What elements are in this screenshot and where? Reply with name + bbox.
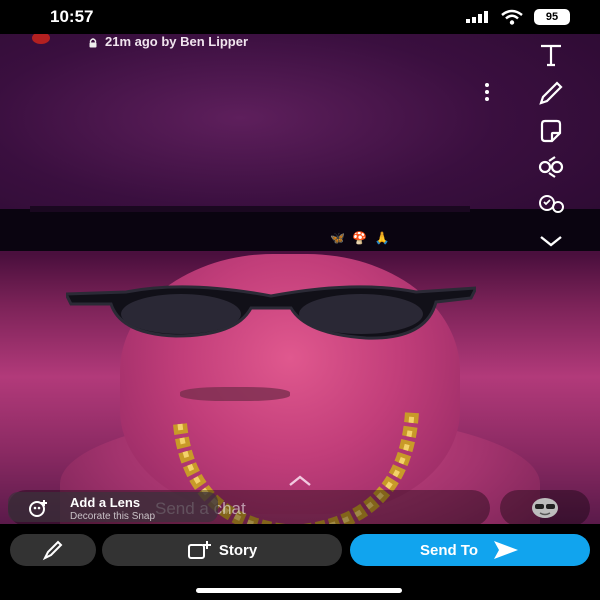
brush-icon — [42, 540, 63, 561]
status-bar: 10:57 95 — [0, 0, 600, 34]
text-icon — [541, 44, 561, 67]
bitmoji-reaction-button[interactable] — [500, 490, 590, 524]
sticker-tool-button[interactable] — [534, 116, 568, 146]
glitch-band — [0, 209, 600, 251]
avatar — [32, 34, 50, 44]
sunglasses-lens-effect — [66, 285, 476, 340]
mustache — [180, 387, 290, 401]
add-story-icon — [187, 541, 211, 559]
glitch-band — [30, 206, 470, 212]
snap-preview[interactable]: 🦋 🍄 🙏 21m ago by Ben Lipper chat Add a L… — [0, 34, 600, 524]
send-arrow-icon — [494, 541, 519, 559]
sticker-icon — [540, 119, 562, 143]
expand-tools-button[interactable] — [534, 226, 568, 256]
lock-icon — [89, 38, 97, 48]
lens-subtitle: Decorate this Snap — [70, 511, 156, 522]
more-options-icon[interactable] — [483, 82, 491, 102]
story-label: Story — [218, 541, 258, 559]
pencil-icon — [539, 81, 563, 105]
sticker-row: 🦋 🍄 🙏 — [330, 231, 392, 245]
bitmoji-icon — [532, 498, 558, 518]
scissors-icon — [538, 156, 564, 178]
lens-title: Add a Lens — [70, 495, 141, 510]
snap-meta: 21m ago by Ben Lipper — [105, 34, 249, 49]
music-icon — [539, 195, 564, 213]
wifi-icon — [501, 9, 523, 25]
music-tool-button[interactable] — [534, 188, 568, 218]
text-tool-button[interactable] — [534, 40, 568, 70]
chevron-down-icon — [540, 236, 562, 247]
lens-icon — [29, 500, 47, 517]
home-indicator[interactable] — [196, 588, 402, 593]
scissors-tool-button[interactable] — [534, 152, 568, 182]
pencil-tool-button[interactable] — [534, 78, 568, 108]
send-to-button[interactable]: Send To — [350, 534, 590, 566]
signal-icon — [466, 11, 488, 23]
send-to-label: Send To — [419, 541, 479, 559]
story-button[interactable]: Story — [102, 534, 342, 566]
chevron-up-icon[interactable] — [287, 474, 313, 488]
clock: 10:57 — [50, 7, 94, 26]
battery-indicator: 95 — [534, 9, 570, 25]
edit-button[interactable] — [10, 534, 96, 566]
